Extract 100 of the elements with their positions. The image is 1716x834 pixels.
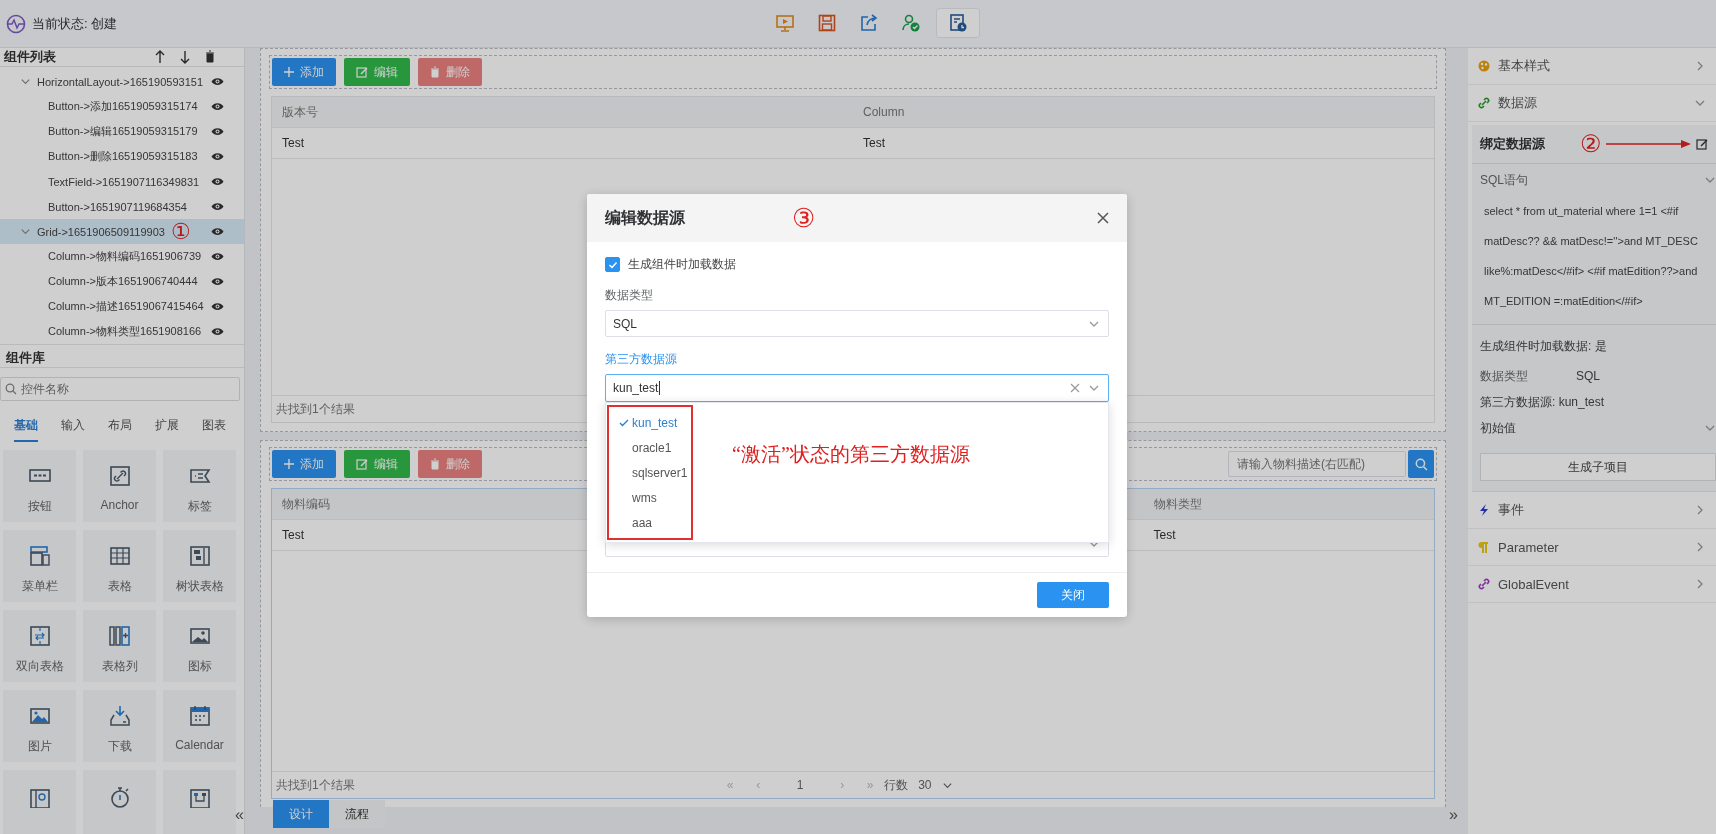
checkbox[interactable] (605, 257, 620, 272)
swap-table-icon (27, 624, 52, 648)
property-section[interactable]: 事件 (1468, 492, 1716, 529)
panel-title: 组件列表 (4, 48, 57, 66)
close-button[interactable] (1097, 212, 1109, 224)
trash-icon[interactable] (205, 50, 215, 63)
eye-icon[interactable] (211, 177, 224, 186)
eye-icon[interactable] (211, 77, 224, 86)
table-cell-text: Test (281, 528, 305, 542)
component-tile[interactable]: 树状表格 (163, 530, 236, 602)
component-tile[interactable]: 表格 (83, 530, 156, 602)
rows-per-page[interactable]: 30 (918, 778, 932, 792)
category-tab[interactable]: 输入 (61, 413, 85, 442)
table-icon (107, 544, 132, 568)
link-icon (107, 464, 132, 488)
component-tile[interactable]: 按钮 (3, 450, 76, 522)
toolbar-action-button[interactable]: 添加 (272, 58, 336, 86)
tree-item[interactable]: Button->删除16519059315183 (0, 144, 244, 169)
tree-item[interactable]: TextField->1651907116349831 (0, 169, 244, 194)
arrow-down-icon[interactable] (180, 50, 190, 64)
section-title: 绑定数据源 (1480, 135, 1546, 153)
tree-table-icon (187, 544, 212, 568)
dropdown-option[interactable]: oracle1 (609, 435, 691, 460)
collapse-right-button[interactable]: » (1449, 806, 1460, 828)
calendar-icon (187, 704, 212, 728)
tree-item[interactable]: Grid->1651906509119903 ① (0, 219, 244, 244)
dropdown-option[interactable]: wms (609, 485, 691, 510)
tree-item[interactable]: Column->描述16519067415464 (0, 294, 244, 319)
component-tile[interactable]: 表格列 (83, 610, 156, 682)
page-number[interactable]: 1 (772, 778, 829, 792)
column-header: 物料类型 (1152, 495, 1203, 513)
column-header: 版本号 (281, 103, 319, 121)
property-section[interactable]: GlobalEvent (1468, 566, 1716, 603)
category-tab[interactable]: 布局 (108, 413, 132, 442)
checkbox-label: 生成组件时加载数据 (628, 256, 736, 273)
property-section[interactable]: Parameter (1468, 529, 1716, 566)
plus-icon (284, 459, 294, 469)
component-tile[interactable]: Anchor (83, 450, 156, 522)
property-section[interactable]: 基本样式 (1468, 48, 1716, 85)
search-field[interactable]: 控件名称 (0, 377, 240, 401)
search-field[interactable]: 请输入物料描述(右匹配) (1228, 451, 1406, 477)
field-label: 数据类型 (1480, 367, 1529, 385)
component-tile[interactable]: 下载 (83, 690, 156, 762)
paragraph-icon (1478, 541, 1490, 553)
dropdown-option[interactable]: sqlserver1 (609, 460, 691, 485)
component-tile[interactable]: 标签 (163, 450, 236, 522)
component-tile[interactable]: Calendar (163, 690, 236, 762)
category-tab[interactable]: 扩展 (155, 413, 179, 442)
select-field[interactable]: kun_test (605, 374, 1109, 402)
eye-icon[interactable] (211, 327, 224, 336)
chevron-down-icon (20, 226, 31, 237)
eye-icon[interactable] (211, 227, 224, 236)
panel-title: 组件库 (6, 349, 45, 367)
tree-item[interactable]: Button->添加16519059315174 (0, 94, 244, 119)
eye-icon[interactable] (211, 102, 224, 111)
close-button[interactable]: 关闭 (1037, 582, 1109, 608)
eye-icon[interactable] (211, 277, 224, 286)
clear-icon[interactable] (1070, 383, 1080, 393)
dialog-title: 编辑数据源 (605, 207, 686, 228)
tree-item[interactable]: Column->物料编码1651906739 (0, 244, 244, 269)
generate-button[interactable]: 生成子项目 (1480, 453, 1716, 481)
field-label: 初始值 (1480, 419, 1516, 437)
search-icon (1414, 457, 1428, 471)
property-text: 第三方数据源: kun_test (1480, 393, 1605, 411)
lightning-icon (1478, 504, 1490, 516)
component-tile[interactable] (163, 770, 236, 834)
category-tab[interactable]: 基础 (14, 413, 38, 442)
category-tab[interactable]: 图表 (202, 413, 226, 442)
component-tile[interactable] (3, 770, 76, 834)
toolbar-button[interactable] (936, 8, 980, 38)
component-tile[interactable]: 菜单栏 (3, 530, 76, 602)
edit-icon[interactable] (1696, 138, 1708, 150)
component-tile[interactable]: 双向表格 (3, 610, 76, 682)
tree-item[interactable]: Column->版本1651906740444 (0, 269, 244, 294)
annotation-number: ③ (792, 202, 815, 234)
tree-item[interactable]: HorizontalLayout->165190593151 (0, 69, 244, 94)
eye-icon[interactable] (211, 302, 224, 311)
property-section[interactable]: 数据源 (1468, 85, 1716, 122)
search-button[interactable] (1408, 450, 1434, 478)
dropdown-option[interactable]: kun_test (609, 410, 691, 435)
status-text: 当前状态: 创建 (32, 14, 118, 33)
eye-icon[interactable] (211, 252, 224, 261)
pulse-icon (6, 13, 26, 34)
collapse-left-button[interactable]: « (235, 806, 248, 828)
eye-icon[interactable] (211, 202, 224, 211)
eye-icon[interactable] (211, 127, 224, 136)
sql-text: select * from ut_material where 1=1 <#if matDesc?? && matDesc!=''>and MT_DESC like%:matDesc</#if> <#if matEdition??>and MT_EDITION =:matEdition</#if> (1472, 196, 1716, 325)
tree-item[interactable]: Button->编辑16519059315179 (0, 119, 244, 144)
component-tile[interactable]: 图片 (3, 690, 76, 762)
save-icon (817, 13, 837, 33)
tree-item[interactable]: Column->物料类型1651908166 (0, 319, 244, 344)
arrow-up-icon[interactable] (155, 50, 165, 64)
plus-icon (284, 67, 294, 77)
eye-icon[interactable] (211, 152, 224, 161)
dropdown-option[interactable]: aaa (609, 510, 691, 535)
component-tile[interactable]: 图标 (163, 610, 236, 682)
tree-item[interactable]: Button->1651907119684354 (0, 194, 244, 219)
component-tile[interactable] (83, 770, 156, 834)
select-field[interactable]: SQL (605, 310, 1109, 337)
toolbar-action-button[interactable]: 添加 (272, 450, 336, 478)
